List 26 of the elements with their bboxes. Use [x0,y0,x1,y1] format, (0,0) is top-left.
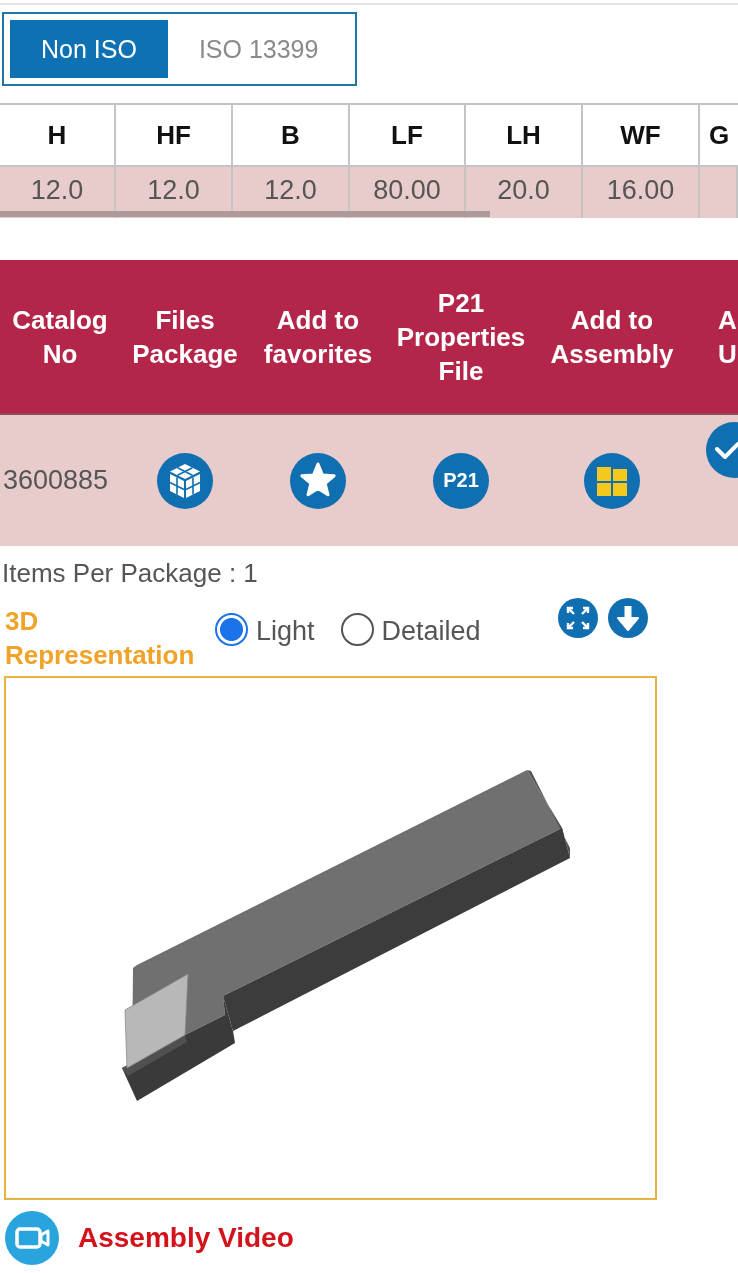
toggle-button[interactable]: ISO 13399 [167,20,350,78]
boxes-icon[interactable] [157,452,213,509]
table-cell: 3600885 [3,465,109,496]
check-icon[interactable] [706,422,738,478]
column-header: G [707,118,731,152]
model-viewer[interactable] [4,676,657,1200]
video-link[interactable]: Assembly Video [78,1222,294,1254]
download-icon[interactable] [608,598,648,638]
items-per-package: Items Per Package : 1 [2,557,259,590]
column-header: Add to favorites [262,303,374,371]
column-header: A U [717,303,738,371]
radio-label[interactable]: Detailed [381,614,481,648]
squares-icon[interactable] [584,452,640,509]
column-header: Catalog No [11,303,109,371]
radio-button[interactable] [340,613,374,646]
column-header: Add to Assembly [549,303,675,371]
section-title: 3D Representation [4,605,196,672]
column-header: P21 Properties File [395,286,527,388]
p21-button[interactable]: P21 [433,452,489,509]
table-cell: 16.00 [583,167,700,218]
column-header: Files Package [131,303,239,371]
toggle-button[interactable]: Non ISO [10,20,168,78]
expand-icon[interactable] [558,598,598,638]
radio-button[interactable] [215,613,248,646]
radio-label[interactable]: Light [256,614,315,648]
video-camera-icon[interactable] [5,1211,59,1265]
